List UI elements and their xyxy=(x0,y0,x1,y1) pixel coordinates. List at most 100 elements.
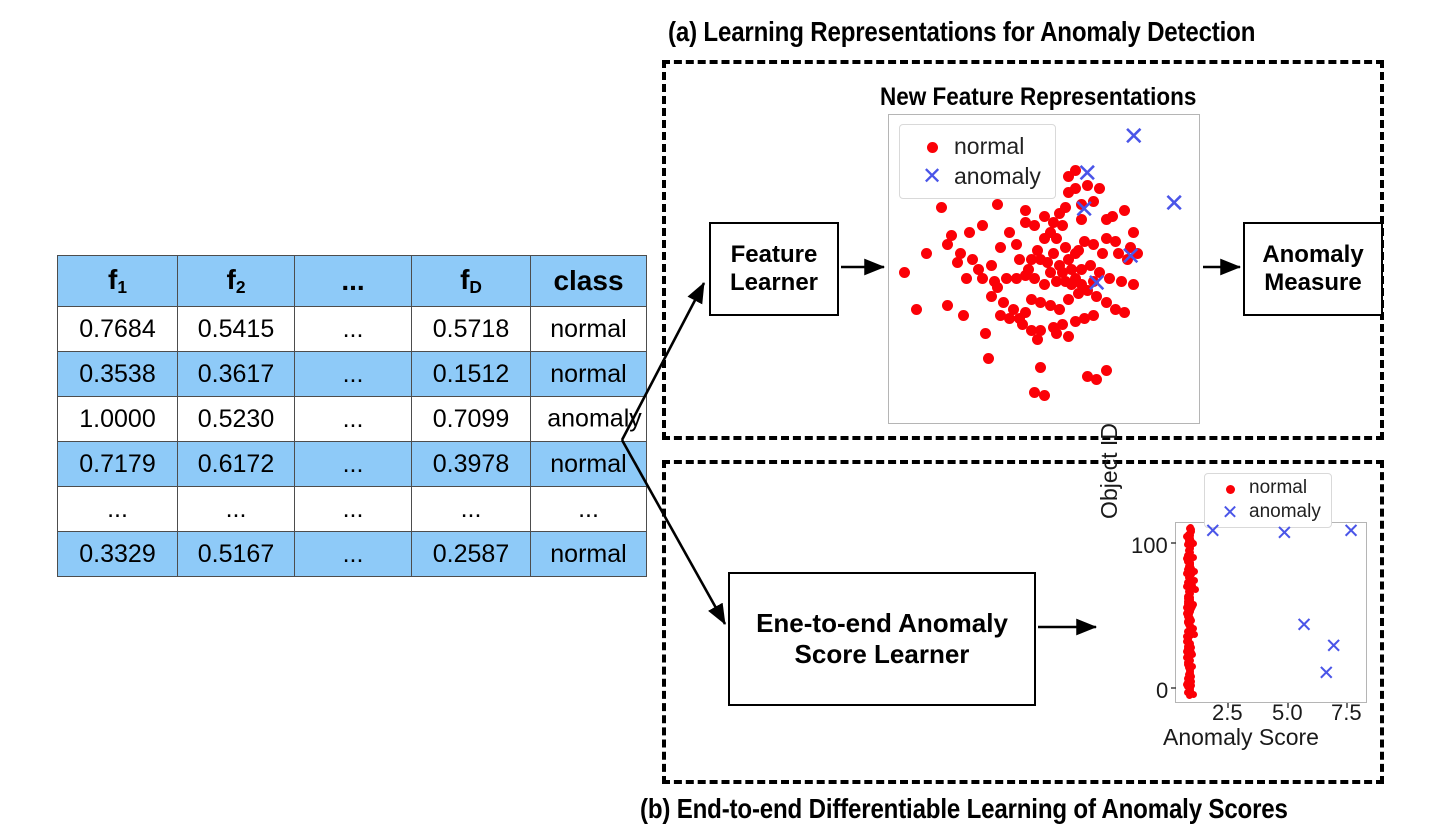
scatter-point-normal xyxy=(1010,272,1022,284)
score-point-anomaly: ✕ xyxy=(1275,521,1294,546)
cell-dots: ... xyxy=(294,441,412,487)
cell-fd: 0.1512 xyxy=(411,351,531,397)
cell-f1: 0.7684 xyxy=(57,306,178,352)
legend-item-normal: normal xyxy=(910,131,1041,161)
cell-f1: 1.0000 xyxy=(57,396,178,442)
scatter-point-normal xyxy=(1047,248,1059,260)
cell-fd: ... xyxy=(411,486,531,532)
scatter-point-normal xyxy=(920,248,932,260)
scatter-point-normal xyxy=(995,241,1007,253)
x-tick-5-0: 5.0 xyxy=(1272,700,1303,725)
scatter-point-normal xyxy=(1119,306,1131,318)
scatter-point-normal xyxy=(1038,278,1050,290)
column-header-ellipsis: ... xyxy=(294,255,412,307)
scatter-point-normal xyxy=(1019,204,1031,216)
legend-label-anomaly: anomaly xyxy=(1249,501,1321,522)
column-header-f1: f1 xyxy=(57,255,178,307)
legend-label-anomaly: anomaly xyxy=(954,162,1041,189)
score-point-anomaly: ✕ xyxy=(1342,519,1360,544)
scatter-point-normal xyxy=(992,198,1003,210)
score-point-anomaly: ✕ xyxy=(1204,519,1222,544)
feature-data-table: f1 f2 ... fD class 0.7684 0.5415 ... 0.5… xyxy=(57,255,647,577)
anomaly-measure-label: Anomaly Measure xyxy=(1262,241,1363,298)
scatter-point-normal xyxy=(1069,248,1081,260)
cell-f2: ... xyxy=(177,486,295,532)
scatter-point-normal xyxy=(1054,303,1065,315)
score-point-anomaly: ✕ xyxy=(1317,661,1336,686)
score-point-anomaly: ✕ xyxy=(1295,613,1313,638)
subscript-d: D xyxy=(469,276,482,297)
cell-fd: 0.2587 xyxy=(411,531,531,577)
legend-item-anomaly: ✕ anomaly xyxy=(910,161,1041,191)
cell-fd: 0.5718 xyxy=(411,306,531,352)
scatter-point-normal xyxy=(982,352,994,364)
cell-f1: 0.3329 xyxy=(57,531,178,577)
x-tick-2-5: 2.5 xyxy=(1212,700,1243,725)
legend-item-normal: normal xyxy=(1211,476,1321,500)
scatter-a-legend: normal ✕ anomaly xyxy=(899,124,1056,199)
table-row: 0.7684 0.5415 ... 0.5718 normal xyxy=(57,306,647,352)
legend-label-normal: normal xyxy=(1249,477,1308,498)
table-row: 0.7179 0.6172 ... 0.3978 normal xyxy=(57,441,647,487)
scatter-point-normal xyxy=(951,257,963,269)
anomaly-measure-line2: Measure xyxy=(1264,269,1362,296)
feature-learner-box[interactable]: Feature Learner xyxy=(709,222,839,316)
scatter-point-normal xyxy=(1100,232,1112,244)
column-header-class: class xyxy=(530,255,647,307)
table-row: 1.0000 0.5230 ... 0.7099 anomaly xyxy=(57,396,647,442)
cell-class: normal xyxy=(530,351,647,397)
scatter-point-normal xyxy=(1013,254,1025,266)
scatter-point-anomaly: ✕ xyxy=(1085,269,1108,300)
cell-fd: 0.7099 xyxy=(411,396,531,442)
cell-fd: 0.3978 xyxy=(411,441,531,487)
scatter-point-anomaly: ✕ xyxy=(1122,121,1145,152)
cell-f2: 0.6172 xyxy=(177,441,295,487)
cell-f1: ... xyxy=(57,486,178,532)
scatter-point-normal xyxy=(964,226,976,238)
scatter-point-anomaly: ✕ xyxy=(1119,241,1142,272)
scatter-point-normal xyxy=(1038,389,1050,401)
anomaly-score-scatter-plot xyxy=(1175,522,1367,703)
end-to-end-score-learner-box[interactable]: Ene-to-end Anomaly Score Learner xyxy=(728,572,1036,706)
scatter-point-normal xyxy=(1001,272,1013,284)
cell-f2: 0.3617 xyxy=(177,351,295,397)
scatter-point-normal xyxy=(1106,211,1118,223)
subscript-2: 2 xyxy=(235,276,246,297)
cell-class: ... xyxy=(530,486,647,532)
normal-dot-icon xyxy=(1211,477,1249,499)
cell-dots: ... xyxy=(294,351,412,397)
scatter-point-normal xyxy=(899,266,910,278)
anomaly-measure-box[interactable]: Anomaly Measure xyxy=(1243,222,1383,316)
cell-f1: 0.3538 xyxy=(57,351,178,397)
cell-class: normal xyxy=(530,441,647,487)
cell-f2: 0.5167 xyxy=(177,531,295,577)
y-tick-0: 0 xyxy=(1156,678,1169,703)
cell-class: normal xyxy=(530,306,647,352)
scatter-plot-title: New Feature Representations xyxy=(880,83,1197,111)
scatter-point-normal xyxy=(1004,226,1016,238)
y-tick-100: 100 xyxy=(1131,533,1168,558)
scatter-point-normal xyxy=(979,328,991,340)
feature-learner-label: Feature Learner xyxy=(730,241,818,298)
column-header-fd: fD xyxy=(411,255,531,307)
cell-dots: ... xyxy=(294,486,412,532)
anomaly-x-icon: ✕ xyxy=(921,162,943,190)
table-header-row: f1 f2 ... fD class xyxy=(57,255,647,307)
scatter-point-normal xyxy=(1128,226,1140,238)
x-tick-7-5: 7.5 xyxy=(1331,700,1362,725)
scatter-point-anomaly: ✕ xyxy=(1163,189,1185,220)
scatter-point-normal xyxy=(1044,266,1056,278)
score-learner-label: Ene-to-end Anomaly Score Learner xyxy=(756,608,1008,669)
subscript-1: 1 xyxy=(117,276,127,297)
scatter-point-normal xyxy=(957,309,969,321)
cell-dots: ... xyxy=(294,531,412,577)
scatter-point-normal xyxy=(1016,318,1028,330)
cell-class-text: anomaly xyxy=(547,404,642,433)
scatter-point-normal xyxy=(911,303,923,315)
scatter-b-legend: normal ✕ anomaly xyxy=(1204,473,1332,528)
cell-dots: ... xyxy=(294,306,412,352)
scatter-point-normal xyxy=(1010,238,1022,250)
column-header-f2: f2 xyxy=(177,255,295,307)
cell-class: anomaly xyxy=(530,396,647,442)
y-axis-label: Object ID xyxy=(1096,423,1122,519)
